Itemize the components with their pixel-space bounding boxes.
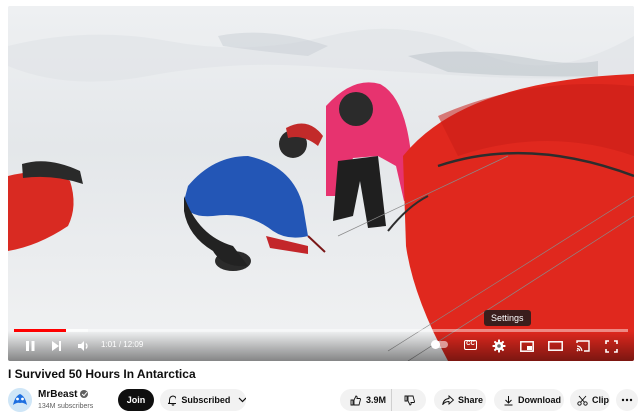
gear-icon: [492, 339, 506, 353]
settings-button[interactable]: [489, 336, 509, 356]
next-button[interactable]: [46, 336, 66, 356]
next-icon: [52, 341, 61, 351]
share-button[interactable]: Share: [434, 389, 486, 411]
like-button[interactable]: 3.9M: [340, 389, 392, 411]
channel-row: MrBeast 134M subscribers Join Subscribed…: [8, 388, 638, 414]
download-label: Download: [518, 395, 561, 405]
fullscreen-button[interactable]: [601, 336, 621, 356]
channel-name[interactable]: MrBeast: [38, 389, 89, 400]
video-title: I Survived 50 Hours In Antarctica: [8, 367, 196, 381]
subscribed-label: Subscribed: [181, 395, 231, 405]
time-display: 1:01 / 12:09: [101, 340, 143, 349]
mrbeast-logo-icon: [8, 388, 32, 412]
join-button[interactable]: Join: [118, 389, 154, 411]
time-total: 12:09: [123, 340, 144, 349]
volume-icon: [77, 341, 88, 351]
share-icon: [442, 395, 454, 405]
channel-avatar[interactable]: [8, 388, 32, 412]
player-controls: 1:01 / 12:09 CC: [8, 331, 634, 361]
thumbs-down-icon: [404, 395, 415, 405]
like-count: 3.9M: [366, 395, 387, 405]
video-player[interactable]: Settings 1:01 / 12:09 CC: [8, 6, 634, 361]
chevron-down-icon: [238, 397, 246, 403]
download-icon: [504, 395, 513, 405]
subscribed-button[interactable]: Subscribed: [160, 389, 246, 411]
theater-icon: [547, 341, 563, 351]
pause-button[interactable]: [20, 336, 40, 356]
autoplay-toggle[interactable]: [431, 340, 448, 349]
miniplayer-icon: [520, 340, 534, 352]
theater-mode-button[interactable]: [545, 336, 565, 356]
cast-icon: [576, 340, 590, 352]
pause-icon: [26, 341, 35, 351]
captions-button[interactable]: CC: [464, 340, 477, 350]
fullscreen-icon: [604, 339, 618, 353]
subscriber-count: 134M subscribers: [38, 403, 94, 410]
verified-icon: [80, 390, 89, 398]
dislike-button[interactable]: [392, 389, 426, 411]
like-dislike-group: 3.9M: [340, 389, 426, 411]
download-button[interactable]: Download: [494, 389, 564, 411]
more-horizontal-icon: [621, 398, 633, 402]
miniplayer-button[interactable]: [517, 336, 537, 356]
share-label: Share: [458, 395, 484, 405]
video-frame: [8, 6, 634, 361]
time-current: 1:01: [101, 340, 117, 349]
channel-name-text: MrBeast: [38, 389, 78, 400]
settings-tooltip: Settings: [484, 310, 531, 326]
time-separator: /: [118, 340, 122, 349]
thumbs-up-icon: [350, 395, 361, 405]
bell-icon: [168, 394, 177, 406]
cast-button[interactable]: [573, 336, 593, 356]
scissors-icon: [577, 395, 588, 406]
clip-label: Clip: [592, 395, 609, 405]
more-actions-button[interactable]: [616, 389, 638, 411]
volume-button[interactable]: [73, 336, 93, 356]
clip-button[interactable]: Clip: [570, 389, 610, 411]
